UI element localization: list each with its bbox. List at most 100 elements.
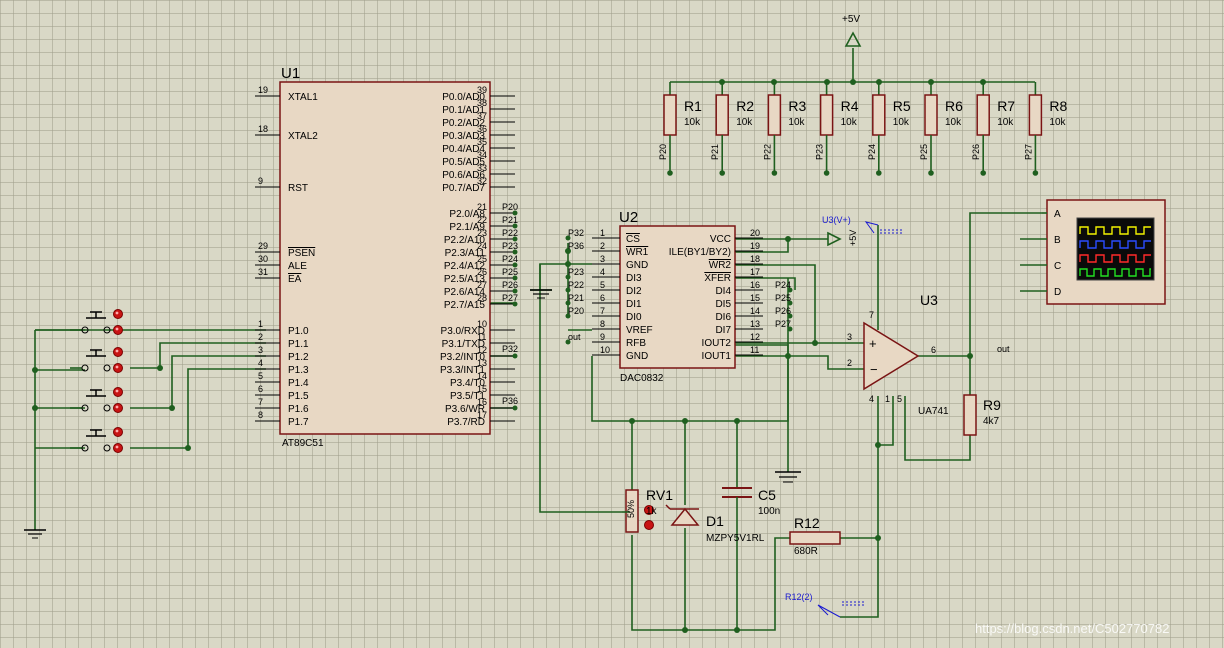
r12-value: 680R (794, 546, 818, 557)
u2-net-label: P23 (568, 267, 584, 277)
resistor-r12[interactable]: R12 680R (789, 515, 841, 557)
resistor-body[interactable] (976, 94, 990, 136)
u2-pin-name: WR2 (709, 260, 732, 271)
u2-pin-number: 5 (600, 280, 605, 290)
u1-pin-name: P1.2 (288, 352, 309, 363)
resistor-ref: R1 (684, 98, 702, 114)
resistor-body[interactable] (819, 94, 834, 136)
u3-pin-5: 5 (897, 394, 902, 404)
resistor-body[interactable] (872, 94, 886, 136)
u1-p3-net: P36 (502, 396, 518, 406)
u3-out-net: out (997, 344, 1010, 354)
u1-pin-name: P2.7/A15 (444, 300, 486, 311)
u2-net-label: P22 (568, 280, 584, 290)
resistor-body[interactable] (1028, 94, 1043, 136)
resistor-ref: R8 (1049, 98, 1067, 114)
u2-pin-number: 2 (600, 241, 605, 251)
resistor-ref: R4 (841, 98, 859, 114)
resistor-body[interactable] (767, 94, 782, 136)
scope-channel-label: D (1054, 287, 1061, 298)
u3-pin-1: 1 (885, 394, 890, 404)
u2-pin-number: 3 (600, 254, 605, 264)
u1-pin-name: P1.6 (288, 404, 309, 415)
u1-pin-number: 9 (258, 176, 263, 186)
probe-r12-label: R12(2) (785, 592, 813, 602)
resistor-net-label: P20 (658, 144, 668, 160)
u1-pin-name: RST (288, 183, 308, 194)
u1-pin-name: P1.4 (288, 378, 309, 389)
u1-pin-number: 19 (258, 85, 268, 95)
u1-pin-number: 1 (258, 319, 263, 329)
u1-pin-number: 3 (258, 345, 263, 355)
u1-p2-net: P23 (502, 241, 518, 251)
u1-pin-number: 8 (258, 410, 263, 420)
resistor-body[interactable] (663, 94, 677, 136)
u2-pin-number: 1 (600, 228, 605, 238)
resistor-ref: R6 (945, 98, 963, 114)
u2-pin-name: VREF (626, 325, 653, 336)
u2-pin-number: 9 (600, 332, 605, 342)
u1-pin-name: ALE (288, 261, 307, 272)
u2-pin-name: GND (626, 260, 648, 271)
power-symbol-5v: +5V (842, 14, 862, 47)
resistor-net-label: P21 (710, 144, 720, 160)
probe-u3-label: U3(V+) (822, 215, 851, 225)
resistor-ref: R2 (736, 98, 754, 114)
u3-ref: U3 (920, 292, 938, 308)
voltage-probe-r12[interactable]: R12(2) (785, 592, 866, 618)
u1-p2-net: P21 (502, 215, 518, 225)
u2-pin-number: 7 (600, 306, 605, 316)
r9-value: 4k7 (983, 416, 1000, 427)
resistor-net-label: P25 (919, 144, 929, 160)
u2-pin-name: WR1 (626, 247, 649, 258)
u2-pin-name: DI2 (626, 286, 642, 297)
resistor-value: 10k (997, 117, 1014, 128)
u1-p2-net: P26 (502, 280, 518, 290)
u2-dac[interactable]: U2 DAC0832 1 CS P32 2 WR1 P36 3 GND 4 DI3 P23 5 DI2 P… (565, 209, 793, 384)
u2-net-label: P26 (775, 306, 791, 316)
resistor-bank[interactable]: R1 10k P20 R2 10k P21 R3 10k P22 R4 10k P23 R5 10k P24… (658, 82, 1068, 176)
u2-pin-number: 8 (600, 319, 605, 329)
u2-pin-name: IOUT2 (702, 338, 732, 349)
resistor-r9[interactable]: R9 4k7 (963, 394, 1001, 436)
resistor-net-junction (928, 170, 934, 176)
u1-pin-name: P1.7 (288, 417, 309, 428)
u1-microcontroller[interactable]: U1 AT89C51 19XTAL118XTAL29RST29PSEN30ALE… (255, 65, 518, 449)
u2-net-label: P21 (568, 293, 584, 303)
u3-pin-3: 3 (847, 332, 852, 342)
u2-pin-number: 4 (600, 267, 605, 277)
u2-pin-number: 15 (750, 293, 760, 303)
potentiometer-rv1[interactable]: 50% RV1 1k (622, 487, 673, 533)
opamp-minus: − (870, 362, 878, 377)
u1-p2-net: P24 (502, 254, 518, 264)
u2-pin-number: 18 (750, 254, 760, 264)
u1-pin-number: 5 (258, 371, 263, 381)
capacitor-c5[interactable]: C5 100n (722, 487, 780, 517)
schematic-drawing: U1 AT89C51 19XTAL118XTAL29RST29PSEN30ALE… (24, 14, 1169, 636)
resistor-net-label: P24 (867, 144, 877, 160)
u2-pin-number: 10 (600, 345, 610, 355)
u2-pin-name: CS (626, 234, 640, 245)
u1-pin-name: P1.1 (288, 339, 309, 350)
u1-pin-number: 4 (258, 358, 263, 368)
resistor-net-junction (719, 170, 725, 176)
resistor-net-junction (876, 170, 882, 176)
ground-symbol-right (775, 471, 801, 483)
u2-pin-name: RFB (626, 338, 646, 349)
zener-diode-d1[interactable]: D1 MZPY5V1RL (665, 504, 765, 544)
u2-part: DAC0832 (620, 373, 664, 384)
u2-pin-name: VCC (710, 234, 731, 245)
u2-pin-name: DI1 (626, 299, 642, 310)
oscilloscope[interactable]: A B C D (1020, 199, 1166, 305)
u3-pin-7: 7 (869, 310, 874, 320)
resistor-value: 10k (788, 117, 805, 128)
push-buttons[interactable] (69, 308, 124, 454)
resistor-body[interactable] (924, 94, 938, 136)
u1-p2-net: P22 (502, 228, 518, 238)
u2-pin-name: DI7 (715, 325, 731, 336)
u3-pin-4: 4 (869, 394, 874, 404)
resistor-value: 10k (945, 117, 962, 128)
resistor-body[interactable] (715, 94, 729, 136)
u2-pin-name: DI5 (715, 299, 731, 310)
u1-pin-name: EA (288, 274, 302, 285)
